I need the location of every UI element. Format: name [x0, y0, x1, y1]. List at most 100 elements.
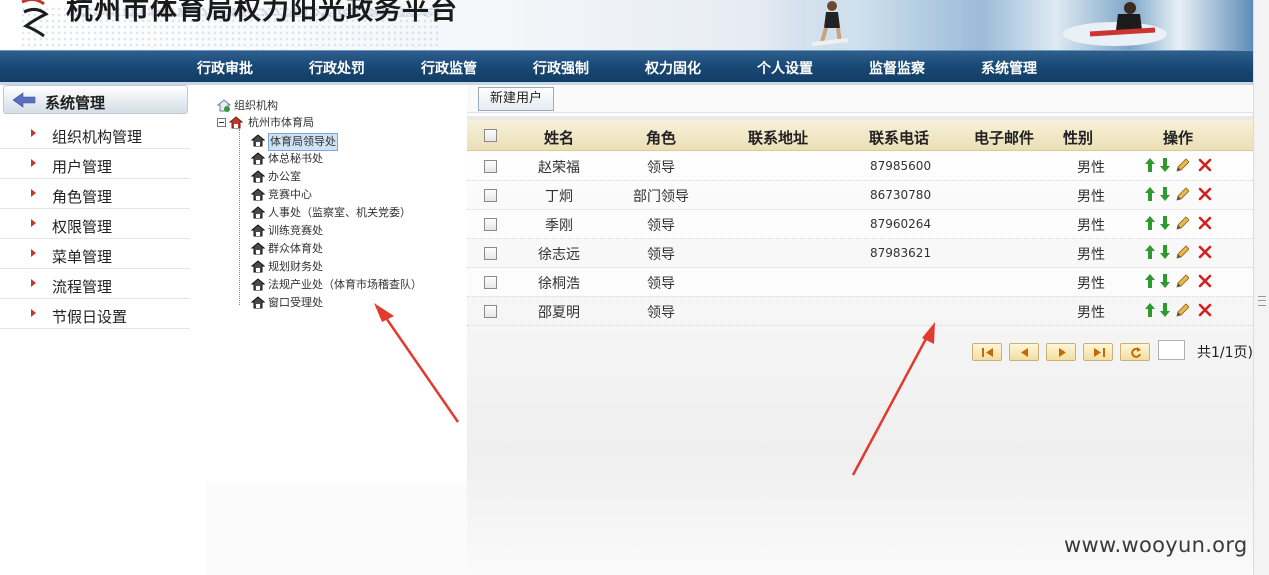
first-page-button[interactable]: [972, 343, 1002, 361]
row-checkbox[interactable]: [484, 305, 497, 318]
move-down-icon[interactable]: [1158, 244, 1172, 260]
edit-pencil-icon[interactable]: [1175, 273, 1189, 289]
sidebar-item-menu-management[interactable]: 菜单管理: [0, 241, 190, 269]
column-header-phone[interactable]: 联系电话: [869, 127, 929, 148]
watermark: www.wooyun.org: [1064, 533, 1248, 557]
new-user-button[interactable]: 新建用户: [478, 87, 554, 111]
column-header-name[interactable]: 姓名: [544, 127, 574, 148]
move-up-icon[interactable]: [1143, 273, 1157, 289]
row-checkbox[interactable]: [484, 218, 497, 231]
edit-pencil-icon[interactable]: [1175, 244, 1189, 260]
table-header: 姓名 角色 联系地址 联系电话 电子邮件 性别 操作: [467, 120, 1253, 151]
department-house-icon: [251, 152, 265, 165]
nav-item-monitoring[interactable]: 监督监察: [869, 58, 925, 78]
edit-pencil-icon[interactable]: [1175, 186, 1189, 202]
table-row[interactable]: 季刚 领导 87960264 男性: [467, 210, 1253, 239]
delete-icon[interactable]: [1198, 157, 1212, 173]
edit-pencil-icon[interactable]: [1175, 302, 1189, 318]
cell-role: 部门领导: [633, 189, 689, 205]
move-down-icon[interactable]: [1158, 157, 1172, 173]
row-checkbox[interactable]: [484, 276, 497, 289]
delete-icon[interactable]: [1198, 186, 1212, 202]
tree-node-label: 群众体育处: [268, 242, 323, 255]
nav-item-power-solidify[interactable]: 权力固化: [645, 58, 701, 78]
nav-item-system-management[interactable]: 系统管理: [981, 58, 1037, 78]
column-header-gender[interactable]: 性别: [1063, 127, 1093, 148]
cell-name: 徐桐浩: [538, 276, 580, 292]
surfer-image-icon: [811, 1, 849, 46]
main-content: 新建用户 姓名 角色 联系地址 联系电话 电子邮件 性别 操作 赵荣福 领导 879…: [467, 85, 1253, 575]
column-header-address[interactable]: 联系地址: [748, 127, 808, 148]
move-up-icon[interactable]: [1143, 302, 1157, 318]
next-page-icon: [1059, 348, 1066, 357]
table-row[interactable]: 徐桐浩 领导 男性: [467, 268, 1253, 297]
jetski-image-icon: [1063, 2, 1167, 46]
sidebar-header[interactable]: 系统管理: [3, 85, 188, 114]
table-row[interactable]: 赵荣福 领导 87985600 男性: [467, 152, 1253, 181]
scroll-grip[interactable]: [1258, 296, 1266, 306]
move-down-icon[interactable]: [1158, 215, 1172, 231]
sidebar-item-org-management[interactable]: 组织机构管理: [0, 121, 190, 149]
column-header-email[interactable]: 电子邮件: [974, 127, 1034, 148]
delete-icon[interactable]: [1198, 244, 1212, 260]
column-header-actions: 操作: [1163, 129, 1194, 147]
department-house-icon: [251, 206, 265, 219]
column-header-role[interactable]: 角色: [646, 127, 676, 148]
next-page-button[interactable]: [1046, 343, 1076, 361]
cell-phone: 86730780: [870, 188, 932, 202]
move-up-icon[interactable]: [1143, 244, 1157, 260]
edit-pencil-icon[interactable]: [1175, 215, 1189, 231]
nav-item-approval[interactable]: 行政审批: [197, 58, 253, 78]
cell-gender: 男性: [1077, 276, 1105, 292]
last-page-button[interactable]: [1083, 343, 1113, 361]
move-down-icon[interactable]: [1158, 302, 1172, 318]
bullet-icon: [31, 309, 36, 317]
move-down-icon[interactable]: [1158, 186, 1172, 202]
sidebar-item-holiday-settings[interactable]: 节假日设置: [0, 301, 190, 329]
sidebar-item-permission-management[interactable]: 权限管理: [0, 211, 190, 239]
nav-item-personal-settings[interactable]: 个人设置: [757, 58, 813, 78]
row-checkbox[interactable]: [484, 160, 497, 173]
cell-phone: 87983621: [870, 246, 932, 260]
table-row[interactable]: 邵夏明 领导 男性: [467, 297, 1253, 326]
sidebar-item-role-management[interactable]: 角色管理: [0, 181, 190, 209]
move-up-icon[interactable]: [1143, 157, 1157, 173]
move-down-icon[interactable]: [1158, 273, 1172, 289]
sidebar-item-label: 组织机构管理: [52, 128, 143, 146]
nav-item-enforcement[interactable]: 行政强制: [533, 58, 589, 78]
move-up-icon[interactable]: [1143, 186, 1157, 202]
row-checkbox[interactable]: [484, 189, 497, 202]
select-all-checkbox[interactable]: [484, 129, 497, 142]
vertical-scrollbar[interactable]: [1253, 0, 1269, 575]
org-tree: 组织机构 杭州市体育局 体育局领导处 体总秘书处 办公室 竞赛中心 人事处（监察…: [205, 85, 467, 483]
delete-icon[interactable]: [1198, 273, 1212, 289]
nav-item-supervision[interactable]: 行政监管: [421, 58, 477, 78]
cell-gender: 男性: [1077, 247, 1105, 263]
row-checkbox[interactable]: [484, 247, 497, 260]
cell-gender: 男性: [1077, 305, 1105, 321]
move-up-icon[interactable]: [1143, 215, 1157, 231]
sidebar-item-workflow-management[interactable]: 流程管理: [0, 271, 190, 299]
edit-pencil-icon[interactable]: [1175, 157, 1189, 173]
bullet-icon: [31, 129, 36, 137]
nav-item-penalty[interactable]: 行政处罚: [309, 58, 365, 78]
cell-phone: 87960264: [870, 217, 932, 231]
delete-icon[interactable]: [1198, 215, 1212, 231]
sidebar-item-user-management[interactable]: 用户管理: [0, 151, 190, 179]
delete-icon[interactable]: [1198, 302, 1212, 318]
page-number-input[interactable]: [1158, 340, 1185, 360]
collapse-icon[interactable]: [217, 118, 226, 127]
sidebar-item-label: 流程管理: [52, 278, 113, 296]
sidebar-item-label: 权限管理: [52, 218, 113, 236]
table-row[interactable]: 丁炯 部门领导 86730780 男性: [467, 181, 1253, 210]
cell-role: 领导: [647, 160, 675, 176]
cell-gender: 男性: [1077, 218, 1105, 234]
tree-node-label: 人事处（监察室、机关党委）: [268, 206, 411, 219]
department-house-icon: [251, 134, 265, 147]
table-row[interactable]: 徐志远 领导 87983621 男性: [467, 239, 1253, 268]
page-title: 杭州市体育局权力阳光政务平台: [66, 0, 458, 26]
refresh-button[interactable]: [1120, 343, 1150, 361]
prev-page-button[interactable]: [1009, 343, 1039, 361]
toolbar: 新建用户: [467, 85, 1253, 113]
app-window: 杭州市体育局权力阳光政务平台 杭州市体育局权力阳光政务平台 行政审批 行政处罚 …: [0, 0, 1269, 575]
